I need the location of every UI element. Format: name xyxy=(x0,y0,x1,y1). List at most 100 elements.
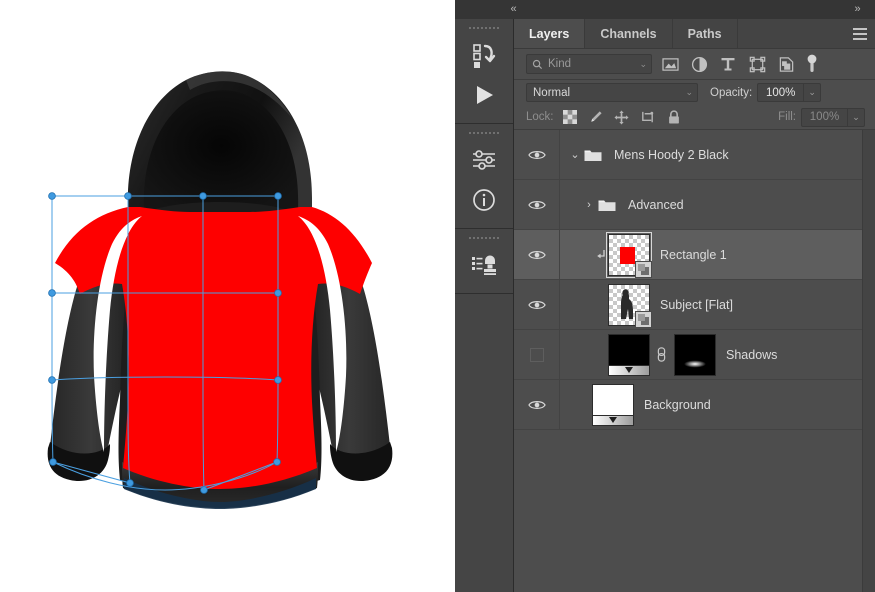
rail-grip[interactable] xyxy=(469,235,499,241)
layer-visibility-toggle[interactable] xyxy=(514,280,560,329)
layer-row[interactable]: ⌄ Mens Hoody 2 Black xyxy=(514,130,875,180)
layer-row-content[interactable]: › Advanced xyxy=(560,180,875,229)
search-icon xyxy=(532,59,543,69)
eye-off-icon xyxy=(529,347,544,362)
layer-name: Shadows xyxy=(726,347,778,362)
lock-transparency-icon[interactable] xyxy=(562,109,578,125)
warp-handle-corner-br xyxy=(273,458,281,466)
smart-object-badge-icon xyxy=(635,310,652,328)
rail-grip[interactable] xyxy=(469,25,499,31)
thumbnail-gradient-marker xyxy=(625,366,633,373)
layer-row-content[interactable]: ⌄ Mens Hoody 2 Black xyxy=(560,130,875,179)
layer-thumbnail[interactable] xyxy=(606,231,652,278)
thumbnail-gradient-strip xyxy=(593,414,633,425)
layer-row[interactable]: Shadows xyxy=(514,330,875,380)
warp-edge-left-lower xyxy=(51,379,54,463)
layer-row[interactable]: Background xyxy=(514,380,875,430)
opacity-input[interactable]: 100% xyxy=(757,83,805,102)
lock-image-icon[interactable] xyxy=(588,109,604,125)
filter-type-icon[interactable] xyxy=(718,54,738,74)
layer-mask-thumbnail[interactable] xyxy=(674,333,716,376)
chevron-down-icon: ⌄ xyxy=(639,58,647,69)
layer-thumbnail[interactable] xyxy=(592,383,634,426)
filter-shape-icon[interactable] xyxy=(747,54,767,74)
layer-thumbnail[interactable] xyxy=(608,283,652,328)
rail-group-clone-source xyxy=(455,229,513,294)
chevron-down-icon: ⌄ xyxy=(685,87,693,97)
warp-handle-top-1 xyxy=(124,192,132,200)
layer-thumbnail[interactable] xyxy=(608,333,650,376)
layer-visibility-toggle[interactable] xyxy=(514,180,560,229)
fill-label: Fill: xyxy=(778,111,796,123)
filter-kind-select[interactable]: Kind ⌄ xyxy=(526,54,652,74)
warp-handle-top-2 xyxy=(199,192,207,200)
eye-icon xyxy=(527,250,546,259)
layer-list-scrollbar[interactable] xyxy=(862,130,875,592)
panel-tabbar: Layers Channels Paths xyxy=(514,19,875,49)
layer-row[interactable]: Subject [Flat] xyxy=(514,280,875,330)
canvas-area[interactable] xyxy=(0,0,455,592)
layer-visibility-toggle[interactable] xyxy=(514,380,560,429)
filter-smart-object-icon[interactable] xyxy=(776,54,796,74)
layer-row-content[interactable]: Subject [Flat] xyxy=(560,280,875,329)
clipping-mask-icon xyxy=(594,249,608,261)
layer-visibility-toggle[interactable] xyxy=(514,230,560,279)
folder-icon xyxy=(582,148,604,162)
lock-icon-group xyxy=(562,109,682,125)
opacity-stepper-icon[interactable]: ⌄ xyxy=(804,83,822,102)
tabbar-filler xyxy=(737,19,845,48)
dock-body: Layers Channels Paths Kind ⌄ Normal ⌄ Op… xyxy=(455,19,875,592)
group-disclosure-icon[interactable]: ⌄ xyxy=(568,148,582,161)
tab-paths[interactable]: Paths xyxy=(672,19,738,48)
lock-row: Lock: Fill: 100% ⌄ xyxy=(514,105,875,130)
group-disclosure-icon[interactable]: › xyxy=(582,199,596,211)
warp-handle-right-1 xyxy=(274,289,282,297)
tab-paths-label: Paths xyxy=(687,26,722,41)
warp-handle-left-1 xyxy=(48,289,56,297)
layer-row[interactable]: › Advanced xyxy=(514,180,875,230)
lock-artboard-icon[interactable] xyxy=(640,109,656,125)
eye-icon xyxy=(527,400,546,409)
layer-row[interactable]: Rectangle 1 xyxy=(514,230,875,280)
layer-name: Background xyxy=(644,397,711,412)
thumbnail-gradient-strip xyxy=(609,364,649,375)
filter-enable-toggle[interactable] xyxy=(804,54,820,74)
layer-visibility-toggle[interactable] xyxy=(514,330,560,379)
actions-panel-icon[interactable] xyxy=(462,35,506,75)
link-mask-icon[interactable] xyxy=(650,346,672,363)
hoodie-mockup-image xyxy=(47,71,393,509)
filter-pixel-icon[interactable] xyxy=(660,54,680,74)
lock-all-icon[interactable] xyxy=(666,109,682,125)
fill-stepper-icon[interactable]: ⌄ xyxy=(848,107,865,127)
tab-channels[interactable]: Channels xyxy=(585,19,673,48)
layer-visibility-toggle[interactable] xyxy=(514,130,560,179)
layer-name: Rectangle 1 xyxy=(660,247,727,262)
layers-panel: Layers Channels Paths Kind ⌄ Normal ⌄ Op… xyxy=(514,19,875,592)
info-icon[interactable] xyxy=(462,180,506,220)
folder-icon xyxy=(596,198,618,212)
layer-name: Mens Hoody 2 Black xyxy=(614,147,729,162)
panel-menu-icon[interactable] xyxy=(845,19,875,48)
clone-source-stamp-icon[interactable] xyxy=(462,245,506,285)
tab-layers-label: Layers xyxy=(529,26,570,41)
play-icon[interactable] xyxy=(462,75,506,115)
tab-layers[interactable]: Layers xyxy=(514,19,586,48)
layer-list[interactable]: ⌄ Mens Hoody 2 Black › Advanced Rectangl… xyxy=(514,130,875,592)
blend-mode-select[interactable]: Normal ⌄ xyxy=(526,83,698,102)
collapse-rail-icon[interactable]: « xyxy=(499,0,527,19)
warp-handle-right-2 xyxy=(274,376,282,384)
warp-handle-corner-tr xyxy=(274,192,282,200)
layer-row-content[interactable]: Shadows xyxy=(560,330,875,379)
expand-dock-icon[interactable]: » xyxy=(847,0,867,19)
filter-adjustment-icon[interactable] xyxy=(689,54,709,74)
lock-position-icon[interactable] xyxy=(614,109,630,125)
layer-row-content[interactable]: Rectangle 1 xyxy=(560,230,875,279)
layer-row-content[interactable]: Background xyxy=(560,380,875,429)
fill-input[interactable]: 100% xyxy=(801,107,848,127)
adjustments-sliders-icon[interactable] xyxy=(462,140,506,180)
warp-handle-corner-bl xyxy=(49,458,57,466)
eye-icon xyxy=(527,200,546,209)
layer-filter-row: Kind ⌄ xyxy=(514,49,875,80)
rail-grip[interactable] xyxy=(469,130,499,136)
warp-handle-corner-tl xyxy=(48,192,56,200)
